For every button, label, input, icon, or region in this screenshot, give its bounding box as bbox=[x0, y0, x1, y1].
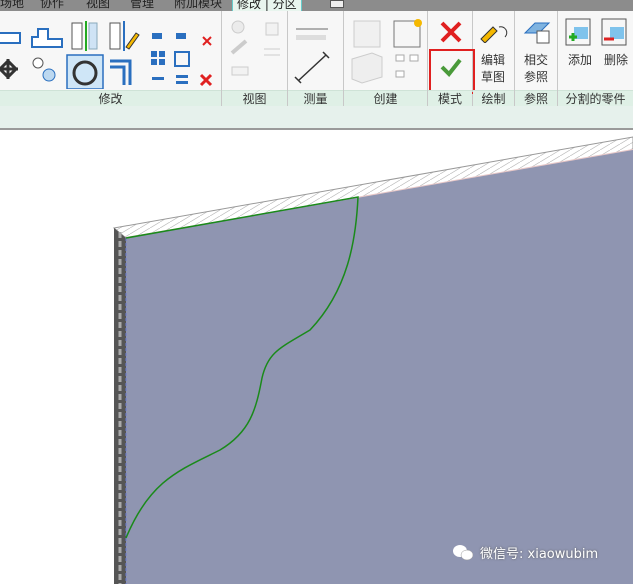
panel-label-mode: 模式 bbox=[428, 90, 472, 106]
intersect-label-1: 相交 bbox=[524, 53, 549, 67]
intersect-label-2: 参照 bbox=[524, 70, 549, 84]
qat-icon[interactable] bbox=[330, 0, 344, 8]
edit-sketch-label-1: 编辑 bbox=[481, 53, 506, 67]
panel-create: 创建 bbox=[344, 11, 428, 106]
add-parts-button[interactable]: 添加 bbox=[568, 51, 592, 69]
panel-label-view: 视图 bbox=[222, 90, 287, 106]
pencil-icon bbox=[480, 26, 508, 43]
panel-draw: 编辑 草图 绘制 bbox=[473, 11, 515, 106]
tab-view[interactable]: 视图 bbox=[86, 0, 110, 11]
cancel-edit-icon[interactable] bbox=[440, 21, 462, 43]
watermark-text: 微信号: xiaowubim bbox=[480, 547, 599, 562]
view-tools-icon[interactable] bbox=[228, 17, 284, 83]
ribbon: 修改 视图 测量 创建 模式 编辑 草图 绘制 相交 参照 参照 添加 删除 分… bbox=[0, 11, 633, 106]
panel-reference: 相交 参照 参照 bbox=[515, 11, 558, 106]
panel-view: 视图 bbox=[222, 11, 288, 106]
modify-tools-icon[interactable] bbox=[0, 17, 220, 89]
panel-label-measure: 测量 bbox=[288, 90, 343, 106]
highlight-box bbox=[429, 49, 475, 94]
tab-collaborate[interactable]: 协作 bbox=[40, 0, 64, 11]
tab-manage[interactable]: 管理 bbox=[130, 0, 154, 11]
panel-measure: 测量 bbox=[288, 11, 344, 106]
panel-modify: 修改 bbox=[0, 11, 222, 106]
ribbon-tabs: 场地 协作 视图 管理 附加模块 修改 | 分区 bbox=[0, 0, 633, 11]
wechat-icon bbox=[453, 544, 474, 560]
tab-addins[interactable]: 附加模块 bbox=[174, 0, 222, 11]
measure-icon[interactable] bbox=[292, 17, 342, 89]
create-parts-icon[interactable] bbox=[348, 15, 426, 87]
panel-label-create: 创建 bbox=[344, 90, 427, 106]
remove-parts-button[interactable]: 删除 bbox=[604, 51, 628, 69]
panel-label-reference: 参照 bbox=[515, 90, 557, 106]
panel-label-modify: 修改 bbox=[0, 90, 221, 106]
edit-sketch-label-2: 草图 bbox=[481, 70, 506, 84]
panel-label-divided-parts: 分割的零件 bbox=[558, 90, 633, 106]
watermark: 微信号: xiaowubim bbox=[452, 543, 598, 562]
options-bar bbox=[0, 106, 633, 130]
add-parts-icon bbox=[565, 18, 591, 46]
remove-parts-icon bbox=[601, 18, 627, 46]
drawing-canvas[interactable] bbox=[0, 132, 633, 584]
tab-site[interactable]: 场地 bbox=[0, 0, 24, 11]
panel-label-draw: 绘制 bbox=[473, 90, 514, 106]
intersect-reference-icon bbox=[523, 22, 551, 44]
tab-modify-parts[interactable]: 修改 | 分区 bbox=[232, 0, 302, 11]
panel-mode: 模式 bbox=[428, 11, 475, 106]
panel-divided-parts: 添加 删除 分割的零件 bbox=[558, 11, 633, 106]
